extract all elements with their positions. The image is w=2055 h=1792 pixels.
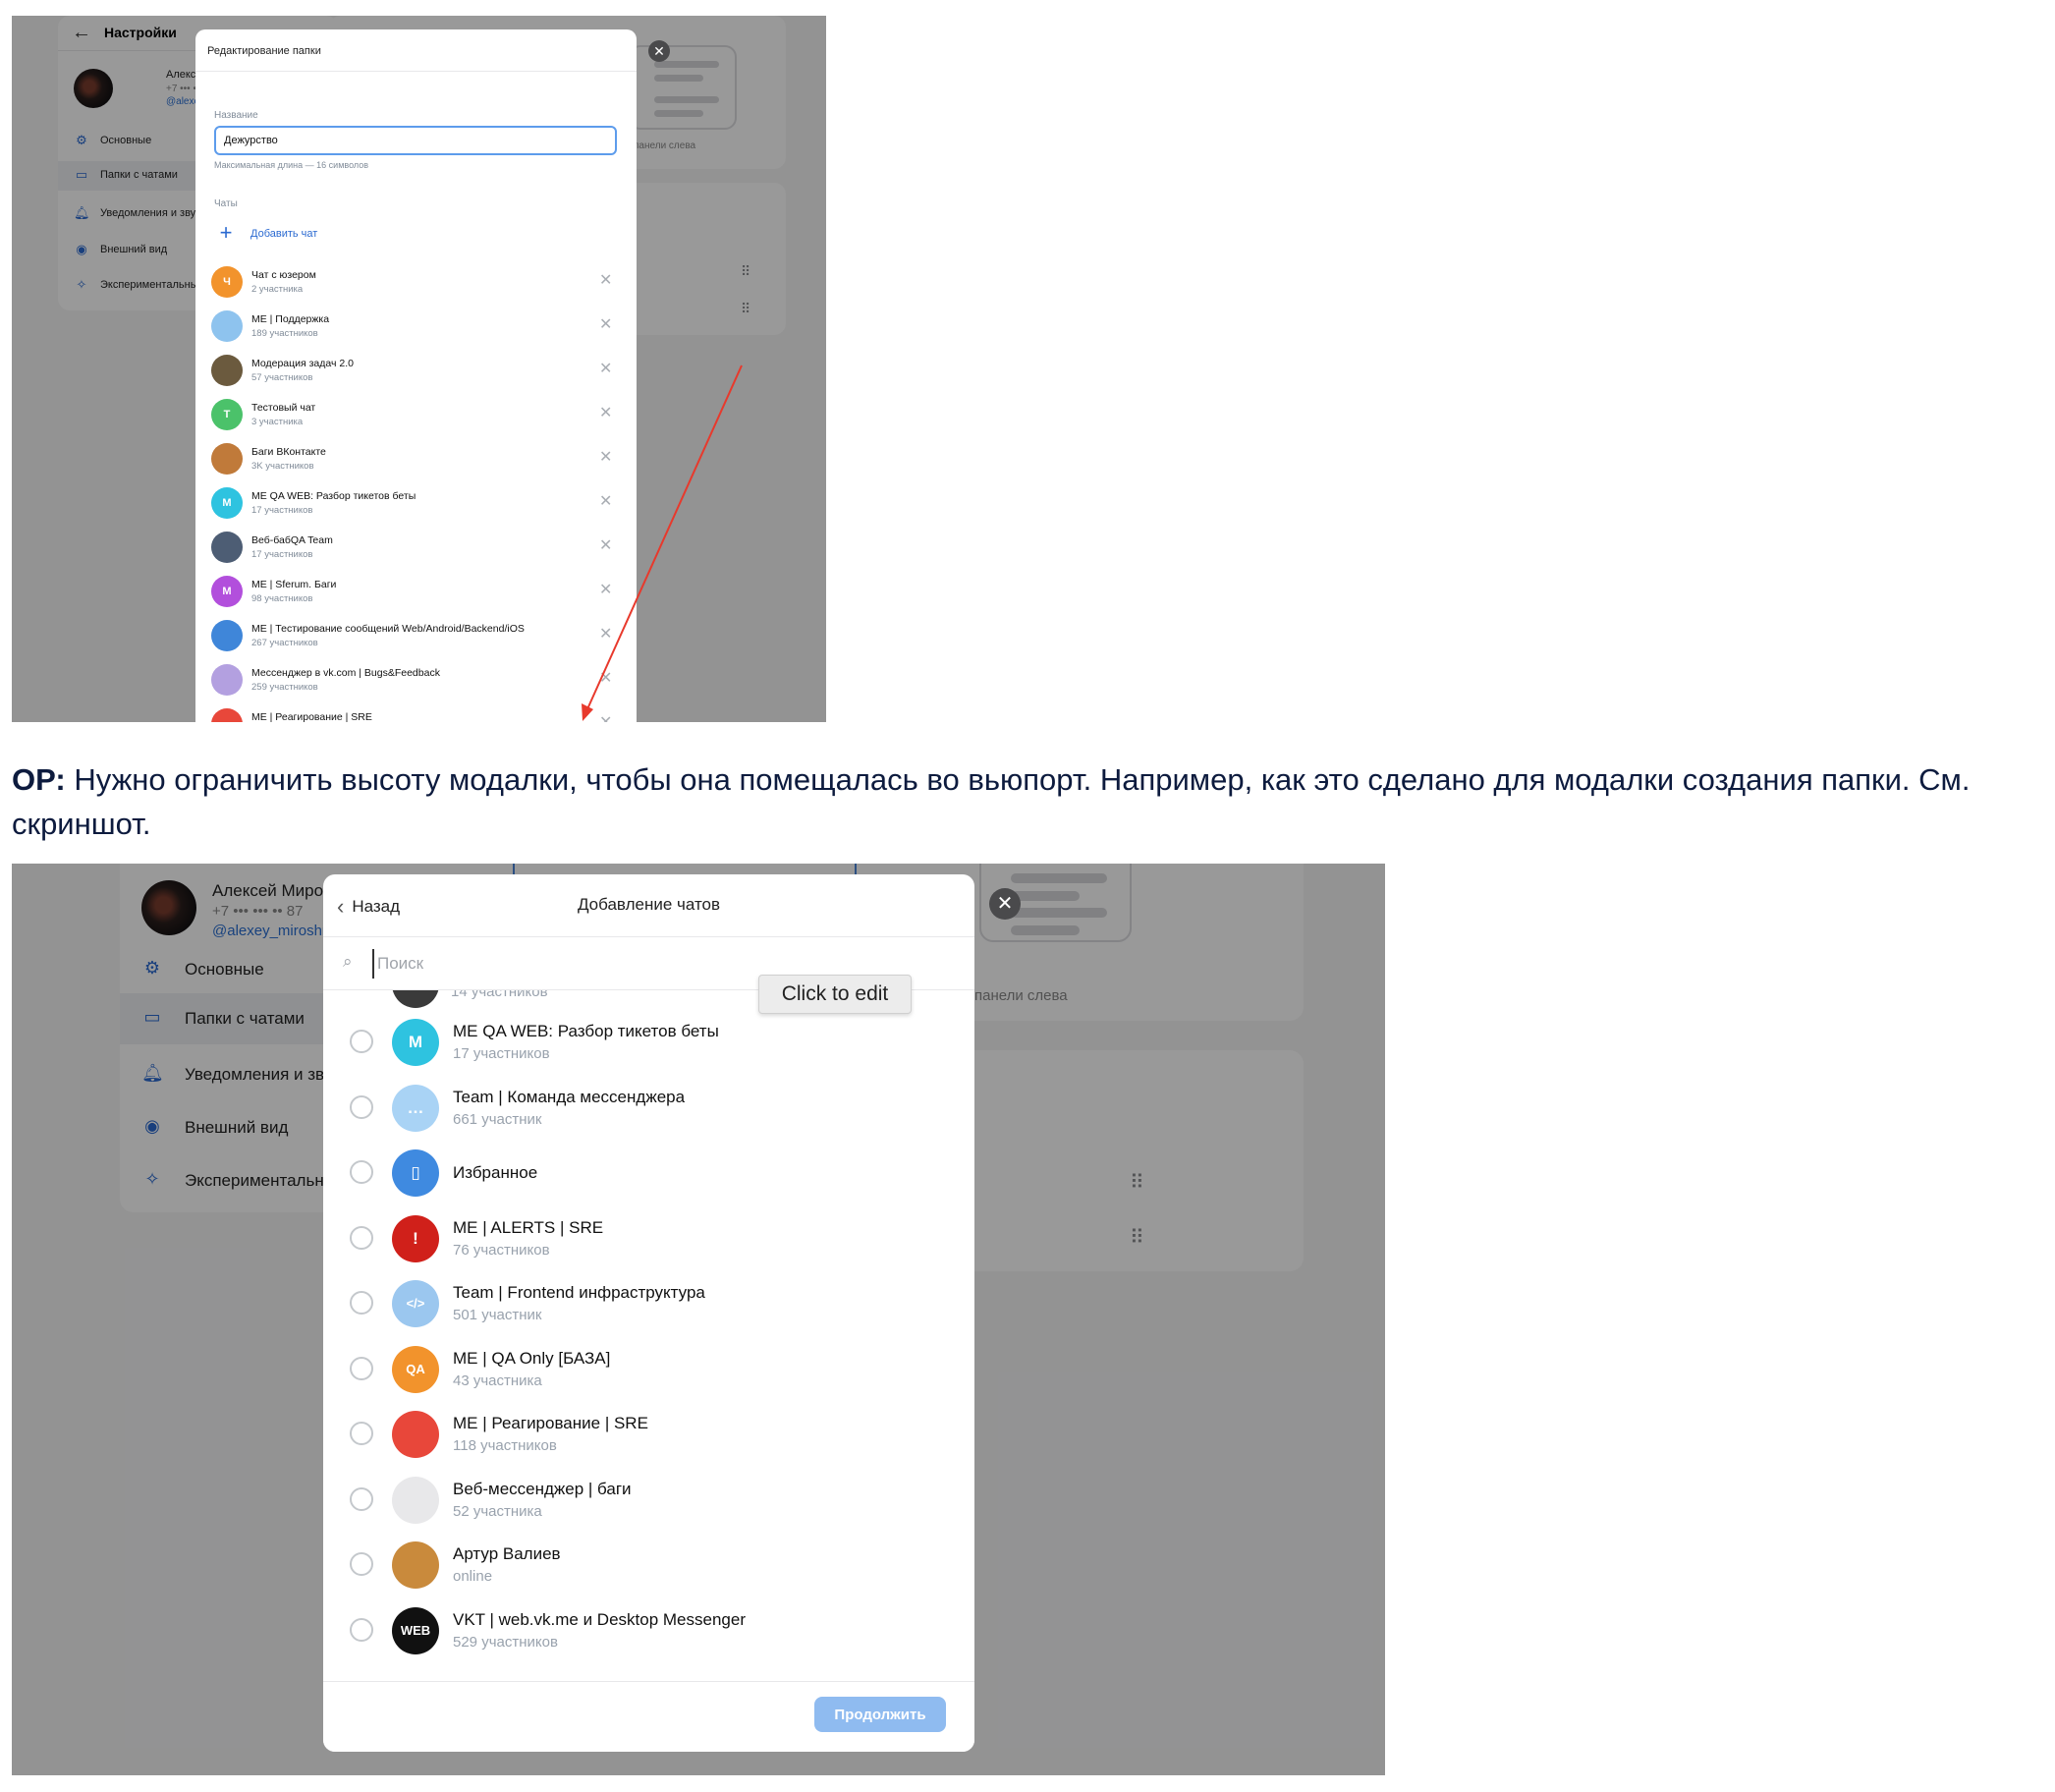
select-radio[interactable] [350, 1422, 373, 1445]
modal-header: ‹ Назад Добавление чатов [323, 874, 974, 937]
chat-subtitle: 661 участник [453, 1110, 542, 1128]
chat-subtitle: 76 участников [453, 1241, 550, 1259]
avatar: </> [392, 1280, 439, 1327]
chat-subtitle: 529 участников [453, 1633, 558, 1651]
chat-title: Избранное [453, 1163, 538, 1182]
chat-row[interactable]: … Team | Команда мессенджера 661 участник [323, 1076, 974, 1141]
avatar [392, 1476, 439, 1524]
avatar: WEB [392, 1606, 439, 1654]
chat-row[interactable]: Веб-мессенджер | баги 52 участника [323, 1468, 974, 1533]
chat-row[interactable]: ! ME | ALERTS | SRE 76 участников [323, 1206, 974, 1271]
chat-row[interactable]: Артур Валиев online [323, 1533, 974, 1597]
arrow-line [585, 364, 743, 712]
chat-row[interactable]: QA ME | QA Only [БАЗА] 43 участника [323, 1337, 974, 1402]
select-radio[interactable] [350, 1225, 373, 1250]
chat-title: ME | QA Only [БАЗА] [453, 1348, 611, 1368]
search-input[interactable] [372, 949, 765, 979]
select-radio[interactable] [350, 1160, 373, 1184]
arrow-head [582, 703, 593, 721]
modal-footer: Продолжить [323, 1681, 974, 1752]
avatar [392, 1541, 439, 1589]
chat-row[interactable]: ME | Реагирование | SRE 118 участников [323, 1402, 974, 1467]
avatar: ▯ [392, 1149, 439, 1197]
modal-title: Добавление чатов [577, 895, 721, 914]
chat-row[interactable]: М ME QA WEB: Разбор тикетов беты 17 участн… [323, 1010, 974, 1075]
chat-row[interactable]: </> Team | Frontend инфраструктура 501 уча… [323, 1271, 974, 1336]
screenshot-edit-folder: ← Настройки Алексей Мирошниченко +7 ••• … [12, 16, 826, 722]
chat-title: Веб-мессенджер | баги [453, 1479, 632, 1498]
select-radio[interactable] [350, 1552, 373, 1576]
chat-subtitle: 17 участников [453, 1045, 550, 1062]
chat-title: Team | Команда мессенджера [453, 1087, 686, 1106]
select-radio[interactable] [350, 1094, 373, 1119]
close-icon[interactable]: ✕ [989, 888, 1021, 920]
chat-subtitle: online [453, 1568, 493, 1585]
select-radio[interactable] [350, 1486, 373, 1511]
chat-title: VKT | web.vk.me и Desktop Messenger [453, 1609, 746, 1629]
chat-subtitle: 52 участника [453, 1502, 542, 1520]
select-radio[interactable] [350, 1291, 373, 1315]
chat-row[interactable]: ▯ Избранное [323, 1141, 974, 1205]
avatar: QA [392, 1345, 439, 1393]
chat-row[interactable]: WEB VKT | web.vk.me и Desktop Messenger 52… [323, 1598, 974, 1663]
continue-button[interactable]: Продолжить [814, 1697, 946, 1732]
screenshot-add-chats: Алексей Мирошниченко +7 ••• ••• •• 87 @a… [12, 864, 1385, 1775]
chat-list: 14 участников М ME QA WEB: Разбор тикетов… [323, 990, 974, 1681]
chat-subtitle: 43 участника [453, 1372, 542, 1389]
select-radio[interactable] [350, 1030, 373, 1053]
click-to-edit-tooltip: Click to edit [758, 975, 912, 1014]
chat-title: Team | Frontend инфраструктура [453, 1283, 705, 1302]
avatar: … [392, 1084, 439, 1132]
chat-title: Артур Валиев [453, 1544, 561, 1563]
select-radio[interactable] [350, 1617, 373, 1642]
chat-title: ME | ALERTS | SRE [453, 1217, 604, 1237]
select-radio[interactable] [350, 1356, 373, 1380]
chat-subtitle: 501 участник [453, 1307, 542, 1323]
avatar: ! [392, 1214, 439, 1262]
chat-subtitle: 14 участников [451, 990, 548, 1000]
avatar [392, 990, 439, 1008]
search-icon: ⌕ [343, 952, 353, 971]
avatar [392, 1411, 439, 1458]
expected-result-body: Нужно ограничить высоту модалки, чтобы о… [12, 762, 1971, 841]
chat-title: ME | Реагирование | SRE [453, 1414, 648, 1432]
expected-result-label: ОР: [12, 762, 66, 797]
expected-result-text: ОР: Нужно ограничить высоту модалки, что… [12, 757, 2045, 846]
red-arrow [582, 364, 743, 721]
avatar: М [392, 1019, 439, 1066]
chat-subtitle: 118 участников [453, 1437, 557, 1454]
chat-title: ME QA WEB: Разбор тикетов беты [453, 1022, 719, 1040]
